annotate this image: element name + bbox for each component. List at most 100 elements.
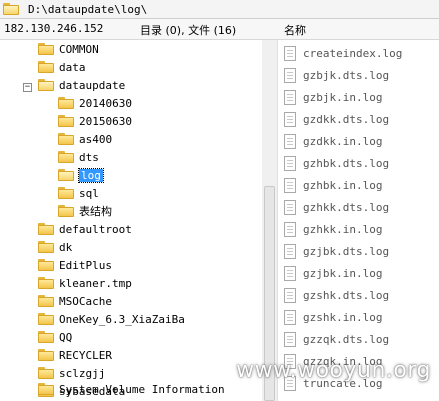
pane-divider[interactable] [277, 40, 278, 401]
folder-icon [38, 259, 54, 271]
tree-item-table-structure[interactable]: 表结构 [58, 202, 112, 220]
item-count: 目录 (0), 文件 (16) [140, 24, 237, 37]
folder-icon [58, 115, 74, 127]
tree-item-label: defaultroot [59, 222, 132, 236]
file-item[interactable]: gzhbk.in.log [280, 174, 382, 196]
tree-item-label: dk [59, 240, 73, 254]
tree-item-label: EditPlus [59, 258, 112, 272]
tree-item-label: dts [79, 150, 99, 164]
file-icon [284, 199, 296, 215]
tree-item-sql[interactable]: sql [58, 184, 99, 202]
file-name: gzhbk.dts.log [303, 156, 390, 170]
folder-icon [38, 295, 54, 307]
current-path: D:\dataupdate\log\ [28, 2, 148, 16]
file-icon [284, 265, 296, 281]
server-address: 182.130.246.152 [4, 22, 104, 35]
file-item[interactable]: createindex.log [280, 42, 402, 64]
tree-item-label: data [59, 60, 86, 74]
tree-item-label: 20140630 [79, 96, 132, 110]
file-item[interactable]: gzshk.dts.log [280, 284, 389, 306]
tree-item-qq[interactable]: QQ [38, 328, 72, 346]
file-icon [284, 287, 296, 303]
file-item[interactable]: gzzqk.dts.log [280, 328, 389, 350]
file-icon [284, 45, 296, 61]
file-list: createindex.log gzbjk.dts.log gzbjk.in.l… [280, 40, 439, 401]
folder-icon [38, 367, 54, 379]
tree-item-editplus[interactable]: EditPlus [38, 256, 112, 274]
tree-item-dts[interactable]: dts [58, 148, 99, 166]
file-icon [284, 177, 296, 193]
tree-item-20150630[interactable]: 20150630 [58, 112, 132, 130]
tree-item-label: RECYCLER [59, 348, 112, 362]
folder-icon [58, 97, 74, 109]
tree-item-kleaner-tmp[interactable]: kleaner.tmp [38, 274, 132, 292]
file-item[interactable]: gzjbk.in.log [280, 262, 382, 284]
tree-item-label: 20150630 [79, 114, 132, 128]
file-name: gzhkk.in.log [303, 222, 383, 236]
folder-icon [38, 349, 54, 361]
tree-item-label: System Volume Information [59, 382, 225, 396]
folder-open-icon [38, 79, 54, 91]
list-header: 182.130.246.152 目录 (0), 文件 (16) 名称 [0, 19, 439, 40]
file-item[interactable]: gzhkk.dts.log [280, 196, 389, 218]
file-name: gzjbk.dts.log [303, 244, 390, 258]
tree-item-as400[interactable]: as400 [58, 130, 112, 148]
folder-icon [38, 223, 54, 235]
file-icon [284, 111, 296, 127]
tree-item-system-volume-information-row[interactable]: System Volume Information [38, 380, 225, 398]
file-name: gzbjk.in.log [303, 90, 383, 104]
tree-item-20140630[interactable]: 20140630 [58, 94, 132, 112]
folder-icon [58, 151, 74, 163]
folder-icon [38, 277, 54, 289]
file-name: gzjbk.in.log [303, 266, 383, 280]
watermark: www.wooyun.org [236, 358, 431, 383]
folder-icon [58, 187, 74, 199]
tree-item-log[interactable]: log [58, 166, 104, 184]
file-item[interactable]: gzdkk.dts.log [280, 108, 389, 130]
folder-icon [38, 61, 54, 73]
tree-item-data[interactable]: data [38, 58, 86, 76]
folder-icon [38, 43, 54, 55]
file-item[interactable]: gzbjk.dts.log [280, 64, 389, 86]
tree-item-label: as400 [79, 132, 113, 146]
tree-item-label: dataupdate [59, 78, 126, 92]
file-name: gzshk.in.log [303, 310, 383, 324]
folder-icon [58, 205, 74, 217]
file-item[interactable]: gzbjk.in.log [280, 86, 382, 108]
folder-tree: − COMMON data dataupdate 20140630 201506… [0, 40, 262, 401]
file-name: gzdkk.dts.log [303, 112, 390, 126]
path-bar: D:\dataupdate\log\ [0, 0, 439, 19]
file-icon [284, 89, 296, 105]
tree-item-label: MSOCache [59, 294, 112, 308]
file-name: gzshk.dts.log [303, 288, 390, 302]
folder-icon [3, 3, 19, 15]
tree-item-dataupdate[interactable]: dataupdate [38, 76, 125, 94]
file-icon [284, 331, 296, 347]
file-item[interactable]: gzdkk.in.log [280, 130, 382, 152]
file-item[interactable]: gzjbk.dts.log [280, 240, 389, 262]
file-icon [284, 155, 296, 171]
name-column-header[interactable]: 名称 [284, 22, 306, 38]
tree-item-recycler[interactable]: RECYCLER [38, 346, 112, 364]
tree-item-label: kleaner.tmp [59, 276, 132, 290]
tree-item-label: 表结构 [79, 205, 112, 218]
tree-item-label: QQ [59, 330, 73, 344]
tree-item-msocache[interactable]: MSOCache [38, 292, 112, 310]
file-item[interactable]: gzhkk.in.log [280, 218, 382, 240]
file-name: gzbjk.dts.log [303, 68, 390, 82]
tree-item-onekey[interactable]: OneKey_6.3_XiaZaiBa [38, 310, 185, 328]
folder-open-icon [58, 169, 74, 181]
folder-icon [58, 133, 74, 145]
collapse-toggle[interactable]: − [23, 83, 32, 92]
tree-item-defaultroot[interactable]: defaultroot [38, 220, 132, 238]
file-item[interactable]: gzshk.in.log [280, 306, 382, 328]
tree-item-common[interactable]: COMMON [38, 40, 99, 58]
tree-item-label-selected: log [78, 167, 104, 183]
file-name: gzzqk.dts.log [303, 332, 390, 346]
tree-item-dk[interactable]: dk [38, 238, 72, 256]
folder-icon [38, 383, 54, 395]
folder-icon [38, 313, 54, 325]
file-name: gzdkk.in.log [303, 134, 383, 148]
file-icon [284, 67, 296, 83]
file-item[interactable]: gzhbk.dts.log [280, 152, 389, 174]
